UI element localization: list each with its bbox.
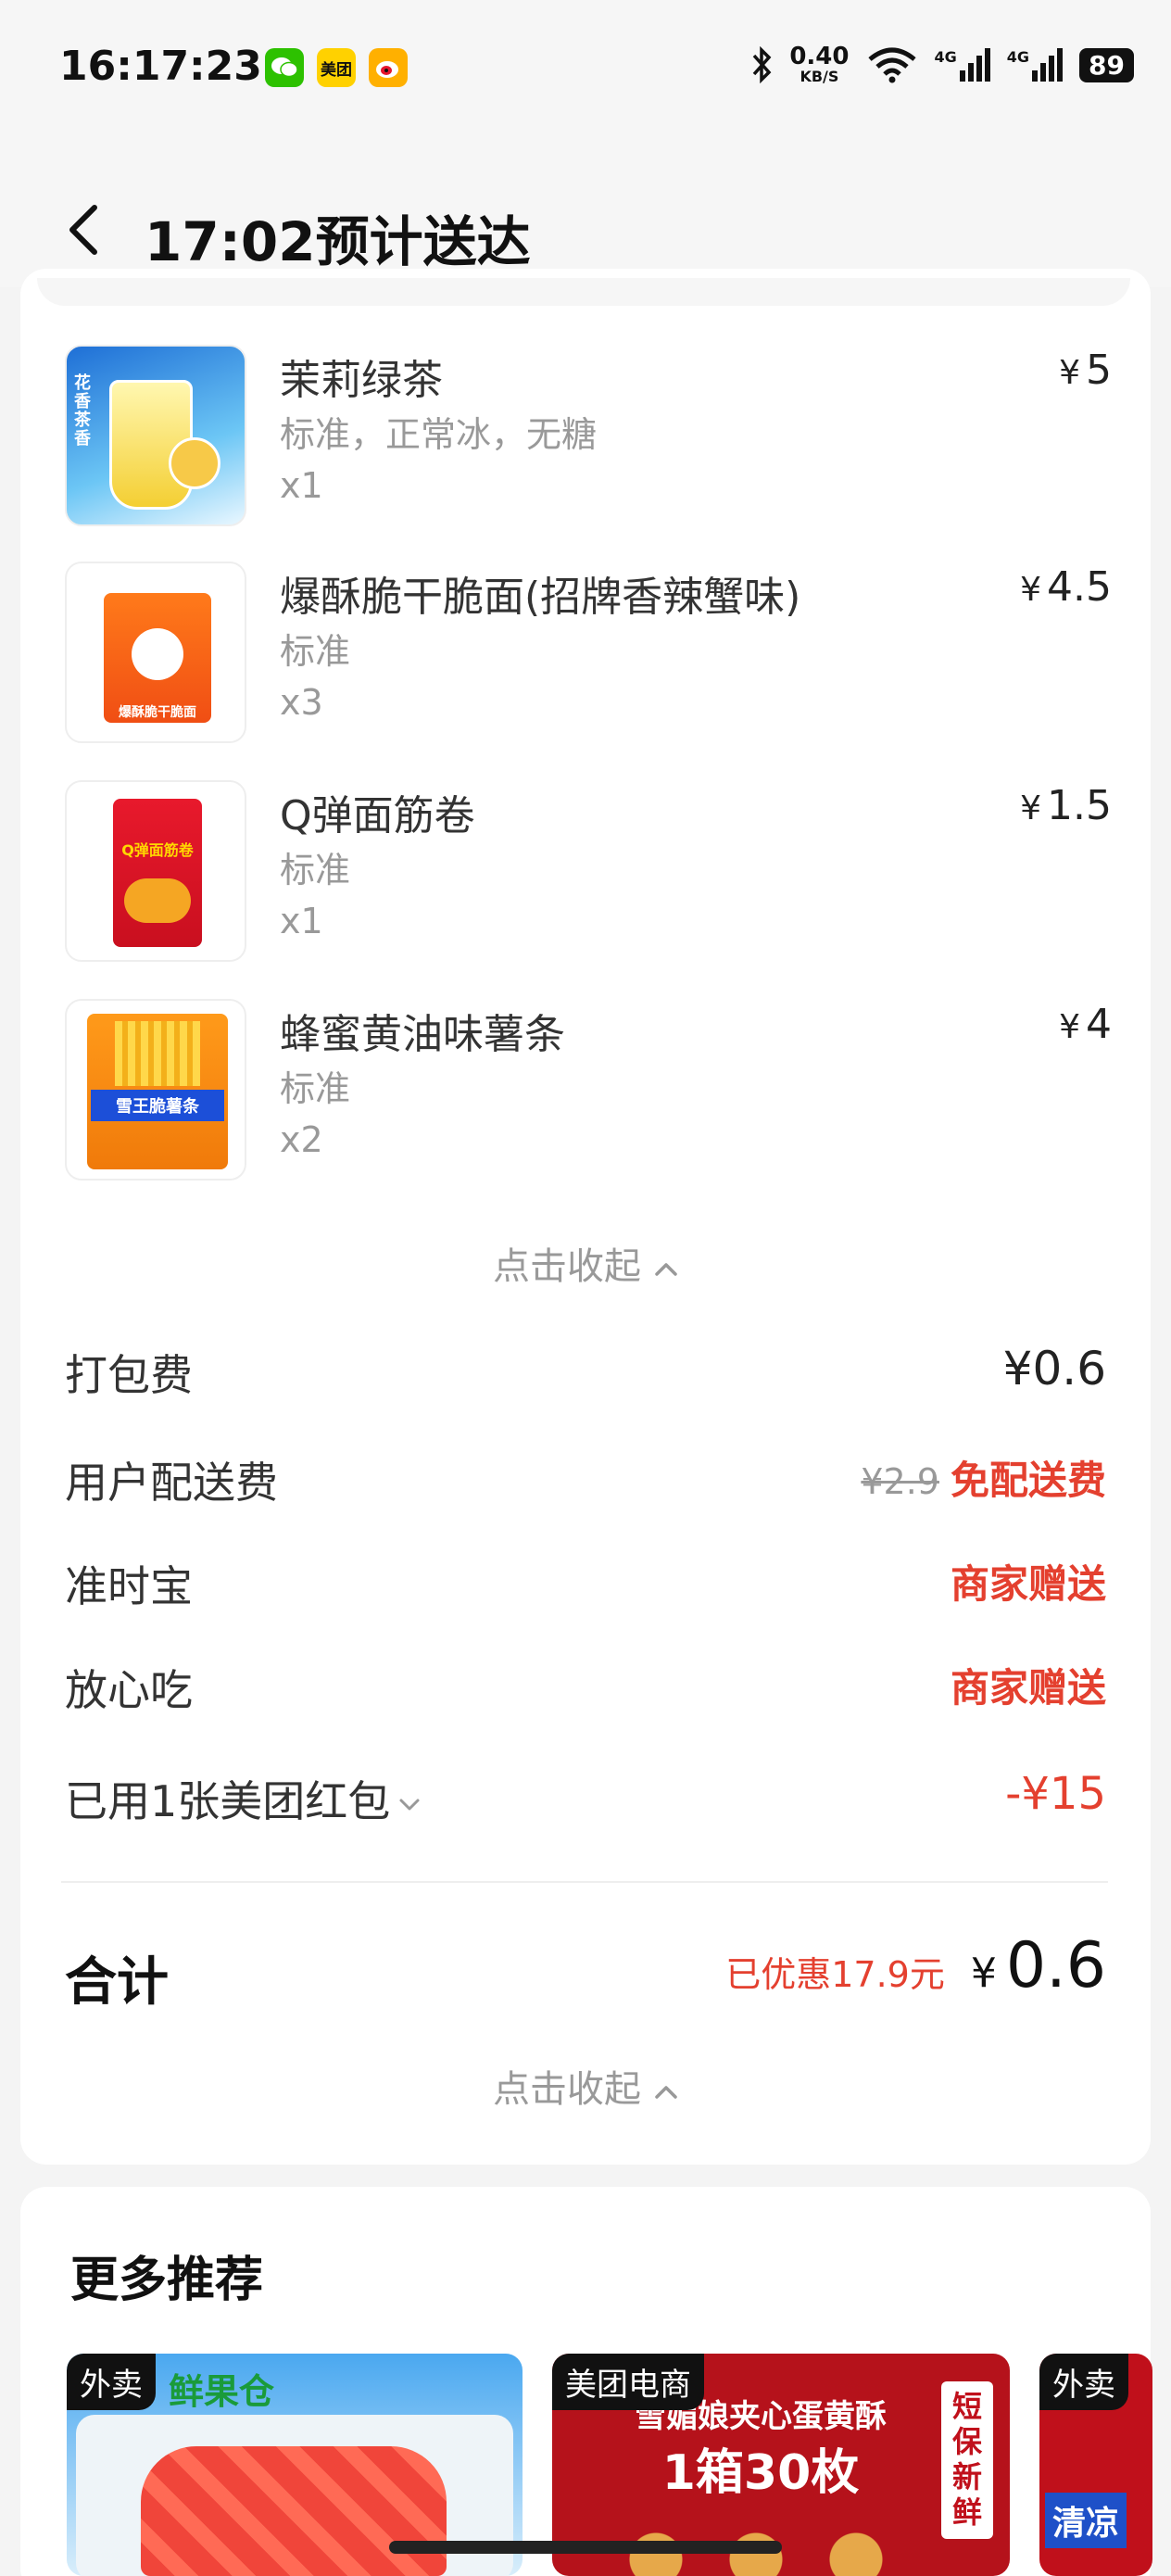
ontime-row: 准时宝 商家赠送 <box>65 1553 1106 1618</box>
item-name: 蜂蜜黄油味薯条 <box>280 1011 565 1058</box>
bluetooth-icon <box>753 46 772 83</box>
item-quantity: x3 <box>280 682 323 723</box>
divider <box>61 1881 1108 1883</box>
packing-fee-label: 打包费 <box>65 1350 193 1400</box>
total-label: 合计 <box>65 1952 169 2013</box>
item-price: ¥4.5 <box>1020 563 1112 611</box>
total-value: ¥0.6 <box>970 1929 1106 2002</box>
safe-eat-value: 商家赠送 <box>950 1665 1106 1711</box>
total-amount: 已优惠17.9元 ¥0.6 <box>725 1929 1106 2002</box>
wechat-icon <box>265 48 304 87</box>
item-spec: 标准 <box>280 850 351 890</box>
item-name: 爆酥脆干脆面(招牌香辣蟹味) <box>280 574 801 621</box>
item-price: ¥5 <box>1059 347 1112 394</box>
wifi-icon <box>867 47 916 83</box>
item-spec: 标准 <box>280 631 351 672</box>
item-thumbnail: 花香茶香 <box>65 345 246 526</box>
item-spec: 标准，正常冰，无糖 <box>280 414 598 455</box>
net-speed: 0.40 KB/S <box>789 43 850 85</box>
page-title: 17:02预计送达 <box>145 210 531 273</box>
collapse-label: 点击收起 <box>493 2068 641 2111</box>
chevron-down-icon <box>399 1799 420 1810</box>
item-price: ¥1.5 <box>1020 782 1112 829</box>
thumb-label: 爆酥脆干脆面 <box>119 705 196 720</box>
delivery-fee-value: ¥2.9 免配送费 <box>861 1458 1106 1503</box>
delivery-fee-label: 用户配送费 <box>65 1458 278 1508</box>
signal-4g-icon-2: 4G <box>1007 48 1064 82</box>
item-name: Q弹面筋卷 <box>280 792 475 840</box>
item-quantity: x2 <box>280 1119 323 1160</box>
saved-amount: 已优惠17.9元 <box>725 1954 945 1995</box>
order-item[interactable]: 花香茶香 茉莉绿茶 标准，正常冰，无糖 x1 ¥5 <box>65 345 1112 530</box>
collapse-label: 点击收起 <box>493 1245 641 1288</box>
signal-4g-icon: 4G <box>935 48 990 82</box>
ontime-label: 准时宝 <box>65 1561 193 1611</box>
battery-indicator: 89 <box>1079 47 1134 82</box>
ontime-value: 商家赠送 <box>950 1561 1106 1607</box>
safe-eat-row: 放心吃 商家赠送 <box>65 1657 1106 1722</box>
order-item[interactable]: Q弹面筋卷 Q弹面筋卷 标准 x1 ¥1.5 <box>65 780 1112 966</box>
weibo-icon <box>369 48 408 87</box>
chevron-up-icon <box>655 2086 677 2099</box>
safe-eat-label: 放心吃 <box>65 1665 193 1715</box>
item-name: 茉莉绿茶 <box>280 357 443 404</box>
status-icons: 0.40 KB/S 4G 4G 89 <box>750 44 1134 85</box>
recommend-card[interactable]: 清凉 外卖 <box>1039 2354 1152 2576</box>
thumb-label: Q弹面筋卷 <box>121 841 194 859</box>
recommend-subtitle: 1箱30枚 <box>661 2445 860 2501</box>
packing-fee-value: ¥0.6 <box>1002 1342 1106 1395</box>
packing-fee-row: 打包费 ¥0.6 <box>65 1342 1106 1407</box>
recommend-tag: 美团电商 <box>552 2354 704 2410</box>
item-price: ¥4 <box>1059 1001 1112 1048</box>
red-packet-row[interactable]: 已用1张美团红包 -¥15 <box>65 1768 1106 1833</box>
item-quantity: x1 <box>280 465 323 506</box>
back-button[interactable] <box>65 202 102 261</box>
order-item[interactable]: 爆酥脆干脆面 爆酥脆干脆面(招牌香辣蟹味) 标准 x3 ¥4.5 <box>65 562 1112 747</box>
recommend-title: 更多推荐 <box>70 2253 264 2308</box>
item-thumbnail: 爆酥脆干脆面 <box>65 562 246 743</box>
chevron-up-icon <box>655 1263 677 1276</box>
recommend-banner: 清凉 <box>1045 2493 1127 2548</box>
delivery-fee-row: 用户配送费 ¥2.9 免配送费 <box>65 1449 1106 1514</box>
red-packet-value: -¥15 <box>1005 1768 1106 1820</box>
chevron-left-icon <box>69 205 97 255</box>
order-item[interactable]: 雪王脆薯条 蜂蜜黄油味薯条 标准 x2 ¥4 <box>65 999 1112 1184</box>
home-indicator[interactable] <box>389 2541 782 2554</box>
item-quantity: x1 <box>280 901 323 941</box>
thumb-label: 花香茶香 <box>74 373 91 448</box>
recommend-tag: 外卖 <box>67 2354 156 2410</box>
collapse-items-button[interactable]: 点击收起 <box>0 1236 1171 1290</box>
recommend-side-label: 短保新鲜 <box>941 2381 993 2539</box>
item-thumbnail: 雪王脆薯条 <box>65 999 246 1181</box>
item-spec: 标准 <box>280 1068 351 1109</box>
card-top-edge <box>37 278 1130 306</box>
recommend-banner: 鲜果仓 <box>169 2371 275 2412</box>
recommend-tag: 外卖 <box>1039 2354 1128 2410</box>
thumb-label: 雪王脆薯条 <box>91 1090 224 1121</box>
item-thumbnail: Q弹面筋卷 <box>65 780 246 962</box>
meituan-icon: 美团 <box>317 48 356 87</box>
status-time: 16:17:23 <box>59 43 262 90</box>
status-bar: 16:17:23 美团 0.40 KB/S 4G 4G 89 <box>0 0 1171 139</box>
delivery-fee-original: ¥2.9 <box>861 1461 939 1502</box>
collapse-details-button[interactable]: 点击收起 <box>0 2059 1171 2113</box>
red-packet-label: 已用1张美团红包 <box>65 1768 422 1829</box>
